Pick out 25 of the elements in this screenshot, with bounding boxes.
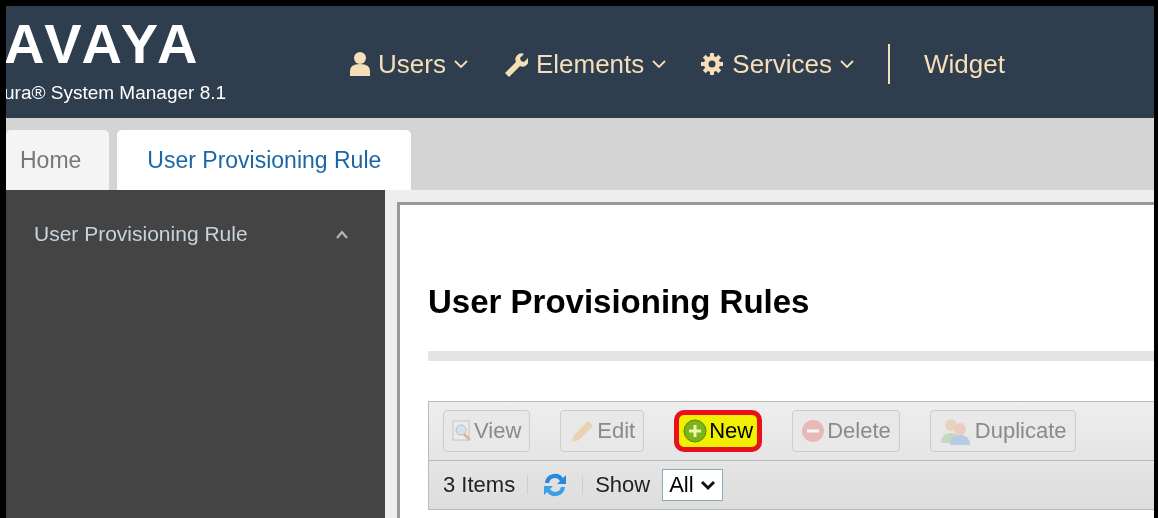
show-label: Show — [595, 472, 651, 498]
chevron-icon — [453, 59, 468, 69]
chevron-icon — [652, 59, 667, 69]
show-select[interactable]: All — [662, 469, 723, 501]
tab[interactable]: User Provisioning Rule — [117, 130, 412, 190]
users-icon — [938, 417, 973, 445]
user-icon — [350, 52, 370, 76]
sidebar-item[interactable]: User Provisioning Rule — [34, 222, 248, 246]
chevron-icon — [840, 59, 854, 69]
add-icon — [683, 419, 708, 443]
nav-menu[interactable]: Widget — [924, 48, 1005, 80]
nav-menu[interactable]: Elements — [501, 48, 667, 80]
page-title: User Provisioning Rules — [428, 283, 811, 321]
gear-icon — [700, 52, 725, 76]
pencil-icon — [569, 418, 596, 444]
collapse-icon[interactable] — [335, 229, 349, 239]
nav-menu[interactable]: Users — [350, 48, 468, 80]
nav-menu[interactable]: Services — [700, 48, 854, 80]
item-count: 3 Items — [443, 472, 516, 498]
tab[interactable]: Home — [6, 130, 110, 190]
magnifier-icon — [452, 420, 472, 442]
remove-icon — [801, 419, 826, 443]
product-name: ura® System Manager 8.1 — [6, 82, 228, 104]
toolbar-button[interactable]: New — [674, 410, 763, 452]
chevron-icon — [699, 479, 716, 491]
